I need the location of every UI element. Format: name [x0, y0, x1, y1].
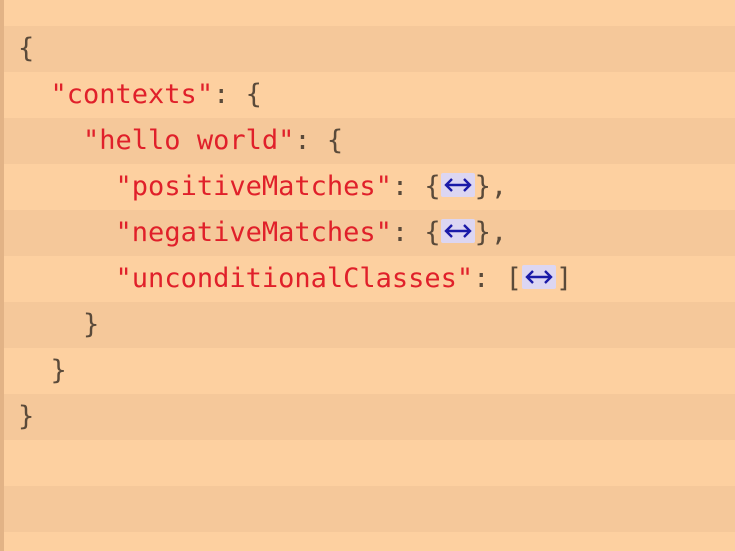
- json-punctuation: ]: [555, 263, 573, 294]
- code-line[interactable]: "positiveMatches": {},: [18, 164, 572, 210]
- code-line[interactable]: "contexts": {: [18, 72, 572, 118]
- json-key: "hello world": [83, 125, 295, 156]
- code-line[interactable]: }: [18, 348, 572, 394]
- editor-gutter-border: [0, 0, 4, 551]
- json-key: "contexts": [50, 79, 214, 110]
- json-key: "negativeMatches": [115, 217, 392, 248]
- code-line[interactable]: "negativeMatches": {},: [18, 210, 572, 256]
- code-line[interactable]: "unconditionalClasses": []: [18, 256, 573, 302]
- json-punctuation: : [: [473, 263, 522, 294]
- double-arrow-icon[interactable]: [440, 170, 475, 200]
- json-punctuation: },: [474, 217, 508, 248]
- code-line[interactable]: "hello world": {: [18, 118, 572, 164]
- json-punctuation: }: [83, 309, 100, 340]
- row-stripe: [0, 486, 735, 532]
- code-line[interactable]: }: [18, 302, 572, 348]
- json-punctuation: : {: [391, 217, 441, 248]
- code-line[interactable]: }: [18, 394, 572, 440]
- json-punctuation: },: [474, 171, 508, 202]
- json-punctuation: : {: [213, 79, 262, 110]
- json-punctuation: : {: [391, 171, 441, 202]
- double-arrow-icon[interactable]: [440, 216, 475, 246]
- json-punctuation: }: [50, 355, 67, 386]
- code-line[interactable]: {: [18, 26, 572, 72]
- json-punctuation: : {: [294, 125, 344, 156]
- json-key: "unconditionalClasses": [115, 263, 474, 294]
- json-punctuation: }: [18, 401, 35, 432]
- json-punctuation: {: [18, 33, 35, 64]
- json-key: "positiveMatches": [115, 171, 392, 202]
- json-code-view[interactable]: { "contexts": { "hello world": { "positi…: [18, 26, 572, 440]
- double-arrow-icon[interactable]: [521, 262, 556, 292]
